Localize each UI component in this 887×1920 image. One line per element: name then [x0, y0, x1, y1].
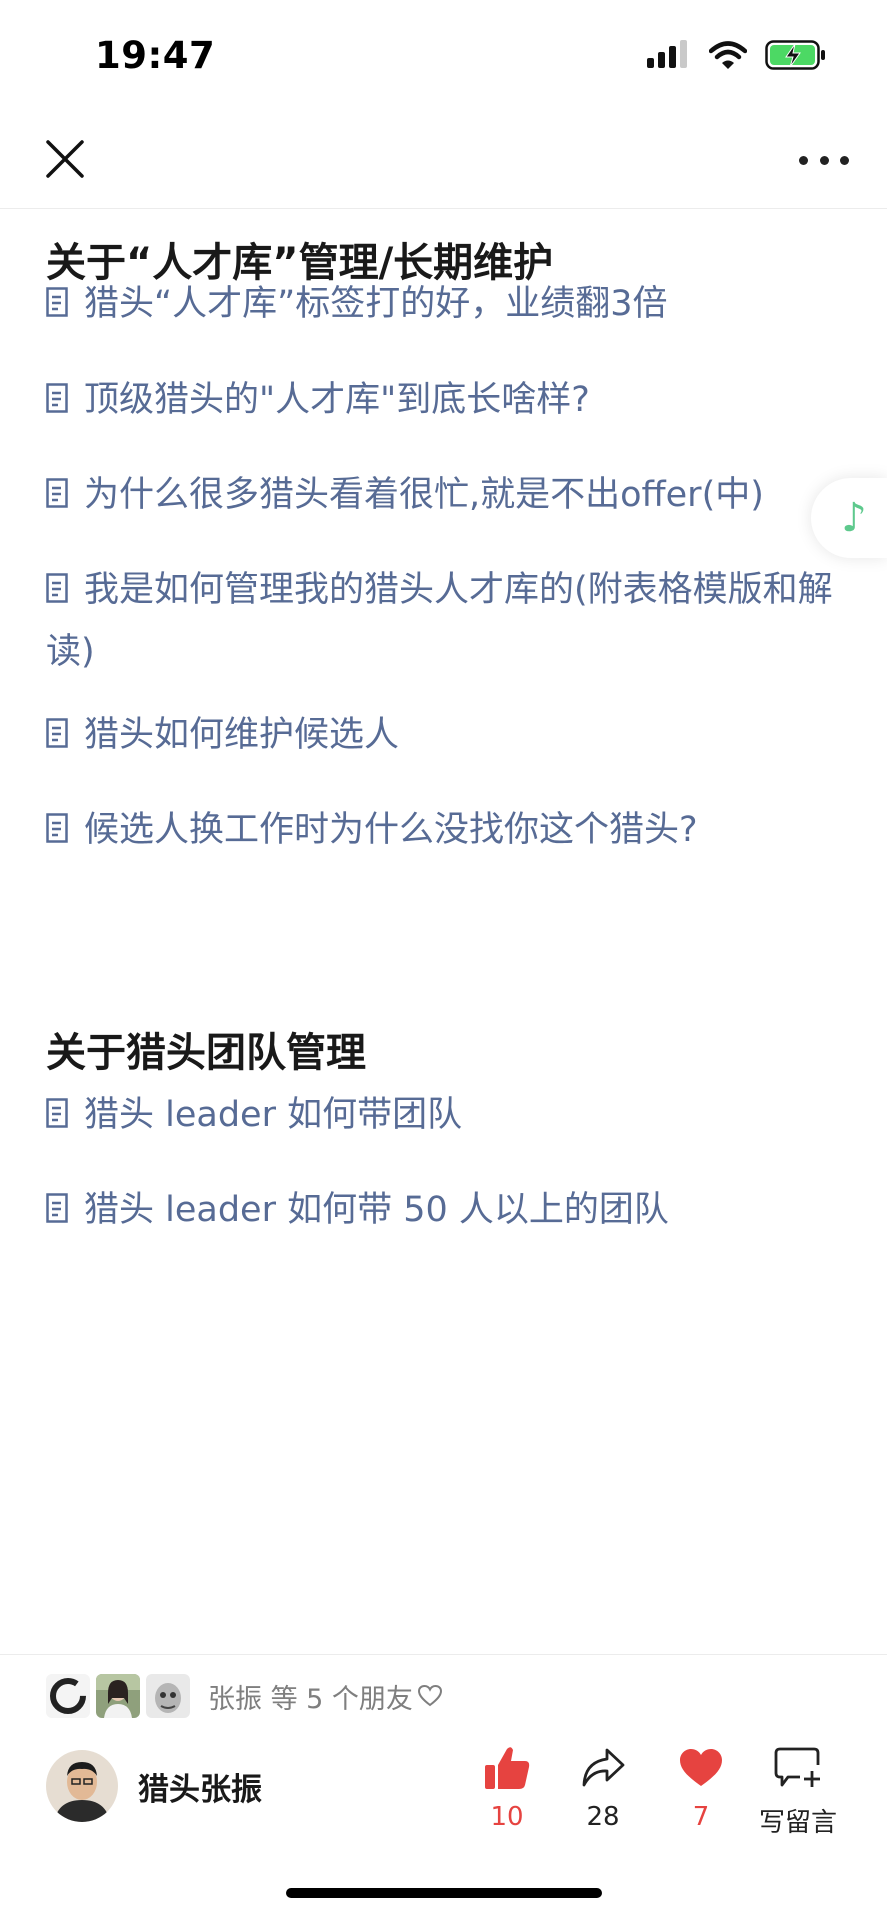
article-link-text: 候选人换工作时为什么没找你这个猎头?	[84, 810, 698, 850]
share-count: 28	[586, 1802, 620, 1832]
wow-count: 7	[692, 1802, 710, 1832]
close-button[interactable]	[40, 134, 90, 184]
document-icon	[46, 372, 68, 432]
article-link[interactable]: 我是如何管理我的猎头人才库的(附表格模版和解读)	[46, 560, 846, 682]
article-link[interactable]: 顶级猎头的"人才库"到底长啥样?	[46, 370, 846, 432]
document-icon	[46, 707, 68, 767]
footer-divider	[0, 1654, 887, 1655]
document-icon	[46, 562, 68, 622]
more-button[interactable]	[799, 140, 849, 180]
article-link[interactable]: 猎头“人才库”标签打的好，业绩翻3倍	[46, 274, 846, 336]
article-link[interactable]: 猎头 leader 如何带 50 人以上的团队	[46, 1180, 846, 1242]
music-floating-button[interactable]: ♪	[811, 478, 887, 558]
battery-charging-icon	[765, 40, 825, 70]
document-icon	[46, 1182, 68, 1242]
friends-liked-text: 张振 等 5 个朋友	[208, 1683, 413, 1715]
status-time: 19:47	[95, 34, 216, 77]
comment-add-icon	[774, 1747, 820, 1787]
article-link-text: 顶级猎头的"人才库"到底长啥样?	[84, 380, 590, 420]
wow-button[interactable]: 7	[651, 1740, 751, 1832]
article-link-text: 猎头 leader 如何带团队	[84, 1095, 463, 1135]
status-bar: 19:47	[0, 0, 887, 110]
friend-avatar	[96, 1674, 140, 1718]
document-icon	[46, 1087, 68, 1147]
home-indicator[interactable]	[286, 1888, 602, 1898]
share-button[interactable]: 28	[553, 1740, 653, 1832]
heart-icon	[680, 1749, 722, 1786]
article-link-text: 我是如何管理我的猎头人才库的(附表格模版和解读)	[46, 570, 833, 672]
write-comment-button[interactable]: 写留言	[748, 1740, 848, 1839]
section-title-team-management: 关于猎头团队管理	[46, 1030, 366, 1076]
cellular-signal-icon	[647, 40, 687, 68]
nav-bar	[0, 110, 887, 209]
article-link-text: 为什么很多猎头看着很忙,就是不出offer(中)	[84, 475, 764, 515]
close-icon	[46, 140, 84, 178]
article-link-text: 猎头“人才库”标签打的好，业绩翻3倍	[84, 284, 668, 324]
wifi-icon	[709, 41, 747, 69]
status-icons	[647, 40, 827, 70]
write-comment-label: 写留言	[758, 1808, 837, 1838]
article-link[interactable]: 候选人换工作时为什么没找你这个猎头?	[46, 800, 846, 862]
more-icon	[799, 155, 808, 165]
article-link[interactable]: 为什么很多猎头看着很忙,就是不出offer(中)	[46, 465, 846, 527]
article-link-text: 猎头 leader 如何带 50 人以上的团队	[84, 1190, 669, 1230]
share-icon	[582, 1748, 625, 1787]
document-icon	[46, 802, 68, 862]
article-link-text: 猎头如何维护候选人	[84, 715, 400, 755]
document-icon	[46, 276, 68, 336]
article-link[interactable]: 猎头 leader 如何带团队	[46, 1085, 846, 1147]
thumbs-up-icon	[485, 1747, 530, 1789]
article-link[interactable]: 猎头如何维护候选人	[46, 705, 846, 767]
document-icon	[46, 467, 68, 527]
music-note-icon: ♪	[841, 495, 867, 541]
friends-liked-row[interactable]: 张振 等 5 个朋友	[46, 1672, 443, 1720]
like-button[interactable]: 10	[457, 1740, 557, 1832]
article-actions: 10 28 7 写留言	[0, 1740, 887, 1840]
friend-avatar	[46, 1674, 90, 1718]
like-count: 10	[490, 1802, 524, 1832]
friend-avatar	[146, 1674, 190, 1718]
heart-outline-icon	[417, 1684, 442, 1707]
